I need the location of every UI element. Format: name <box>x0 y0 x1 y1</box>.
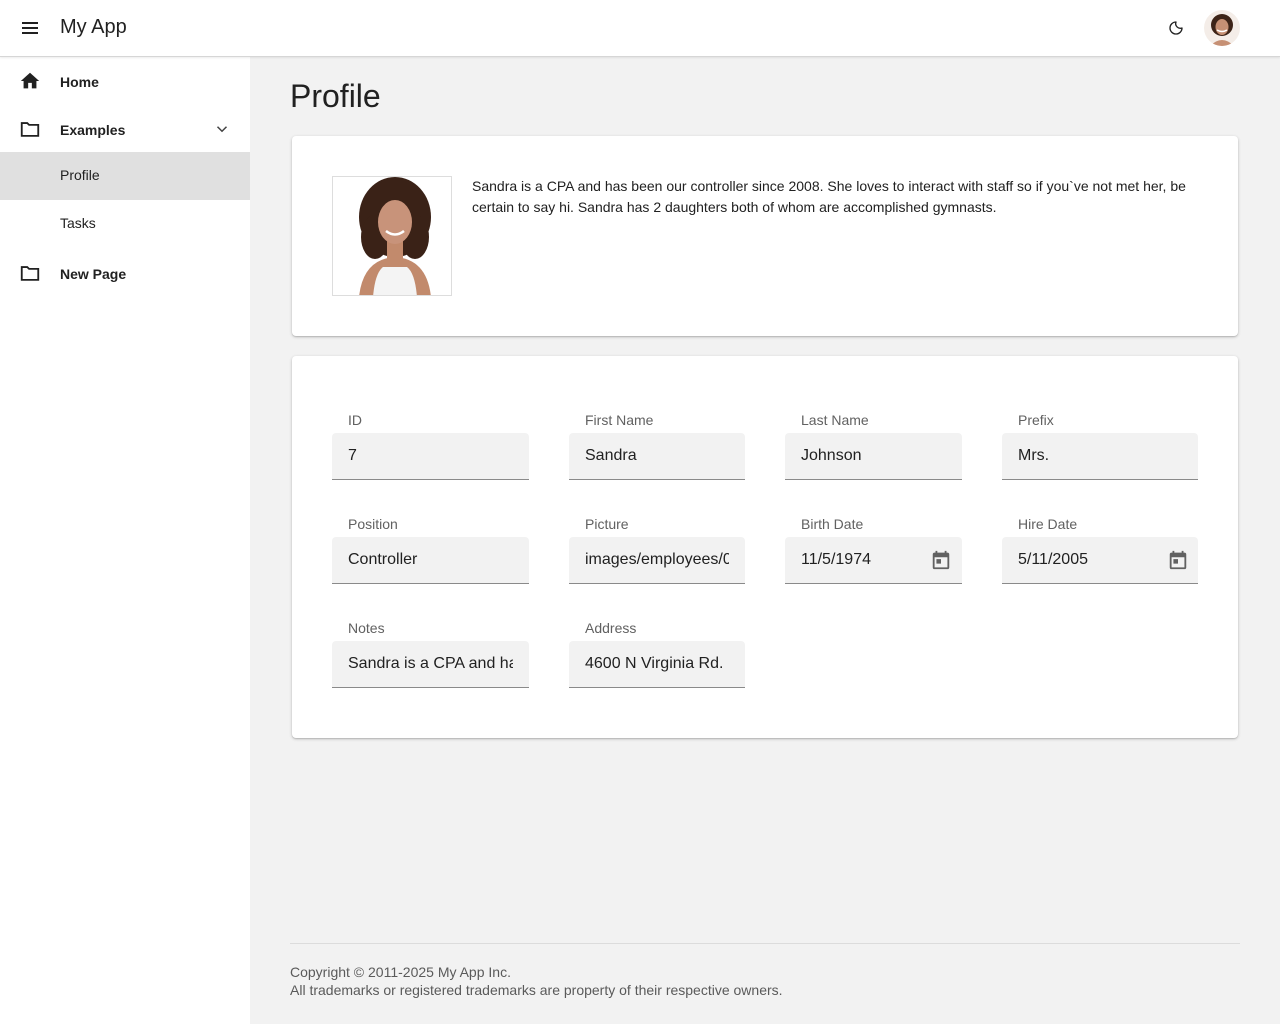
notes-input[interactable]: Sandra is a CPA and has been our control… <box>332 641 529 688</box>
id-input[interactable]: 7 <box>332 433 529 480</box>
last-name-label: Last Name <box>801 412 869 428</box>
folder-icon <box>20 266 40 281</box>
notes-value: Sandra is a CPA and has been our control… <box>348 655 513 672</box>
last-name-value: Johnson <box>801 447 862 464</box>
birth-date-value: 11/5/1974 <box>801 551 871 568</box>
top-app-bar: My App <box>0 0 1280 57</box>
sidebar-item-label: Tasks <box>60 215 96 231</box>
sidebar-item-new-page[interactable]: New Page <box>0 250 250 298</box>
menu-button[interactable] <box>14 14 46 42</box>
folder-icon <box>20 122 40 137</box>
sidebar-item-examples[interactable]: Examples <box>0 106 250 154</box>
app-title: My App <box>60 16 127 38</box>
chevron-down-icon[interactable] <box>213 120 231 138</box>
profile-notes: Sandra is a CPA and has been our control… <box>472 178 1186 215</box>
profile-form-card: ID 7 First Name Sandra Last Name Johnson… <box>292 356 1238 738</box>
user-avatar-image <box>1204 10 1240 46</box>
picture-label: Picture <box>585 516 629 532</box>
menu-icon <box>22 22 38 34</box>
calendar-icon[interactable] <box>930 549 952 571</box>
position-input[interactable]: Controller <box>332 537 529 584</box>
prefix-label: Prefix <box>1018 412 1054 428</box>
sidebar-item-profile[interactable]: Profile <box>0 152 250 200</box>
footer-divider <box>290 943 1240 944</box>
sidebar: Home Examples Profile Tasks New Page <box>0 57 250 1024</box>
sidebar-item-label: Examples <box>60 122 126 138</box>
last-name-input[interactable]: Johnson <box>785 433 962 480</box>
profile-photo-image <box>333 177 451 295</box>
home-icon <box>20 72 40 89</box>
hire-date-input[interactable]: 5/11/2005 <box>1002 537 1198 584</box>
footer-trademarks: All trademarks or registered trademarks … <box>290 982 783 998</box>
birth-date-label: Birth Date <box>801 516 864 532</box>
first-name-value: Sandra <box>585 447 637 464</box>
birth-date-input[interactable]: 11/5/1974 <box>785 537 962 584</box>
footer-copyright: Copyright © 2011-2025 My App Inc. <box>290 964 511 980</box>
prefix-value: Mrs. <box>1018 447 1050 464</box>
position-value: Controller <box>348 551 418 568</box>
sidebar-item-tasks[interactable]: Tasks <box>0 200 250 248</box>
sidebar-item-label: Profile <box>60 167 100 183</box>
first-name-input[interactable]: Sandra <box>569 433 745 480</box>
profile-photo <box>332 176 452 296</box>
first-name-label: First Name <box>585 412 654 428</box>
avatar[interactable] <box>1204 10 1240 46</box>
id-value: 7 <box>348 447 357 464</box>
moon-icon <box>1169 21 1183 35</box>
page-title: Profile <box>290 78 381 114</box>
sidebar-item-home[interactable]: Home <box>0 58 250 106</box>
theme-toggle-button[interactable] <box>1162 14 1190 42</box>
picture-value: images/employees/06.png <box>585 551 729 568</box>
position-label: Position <box>348 516 398 532</box>
hire-date-value: 5/11/2005 <box>1018 551 1088 568</box>
calendar-icon[interactable] <box>1167 549 1189 571</box>
picture-input[interactable]: images/employees/06.png <box>569 537 745 584</box>
sidebar-item-label: New Page <box>60 266 127 282</box>
hire-date-label: Hire Date <box>1018 516 1078 532</box>
address-input[interactable]: 4600 N Virginia Rd. <box>569 641 745 688</box>
profile-summary-card: Sandra is a CPA and has been our control… <box>292 136 1238 336</box>
notes-label: Notes <box>348 620 385 636</box>
id-label: ID <box>348 412 362 428</box>
sidebar-item-label: Home <box>60 74 99 90</box>
prefix-input[interactable]: Mrs. <box>1002 433 1198 480</box>
address-value: 4600 N Virginia Rd. <box>585 655 724 672</box>
address-label: Address <box>585 620 637 636</box>
